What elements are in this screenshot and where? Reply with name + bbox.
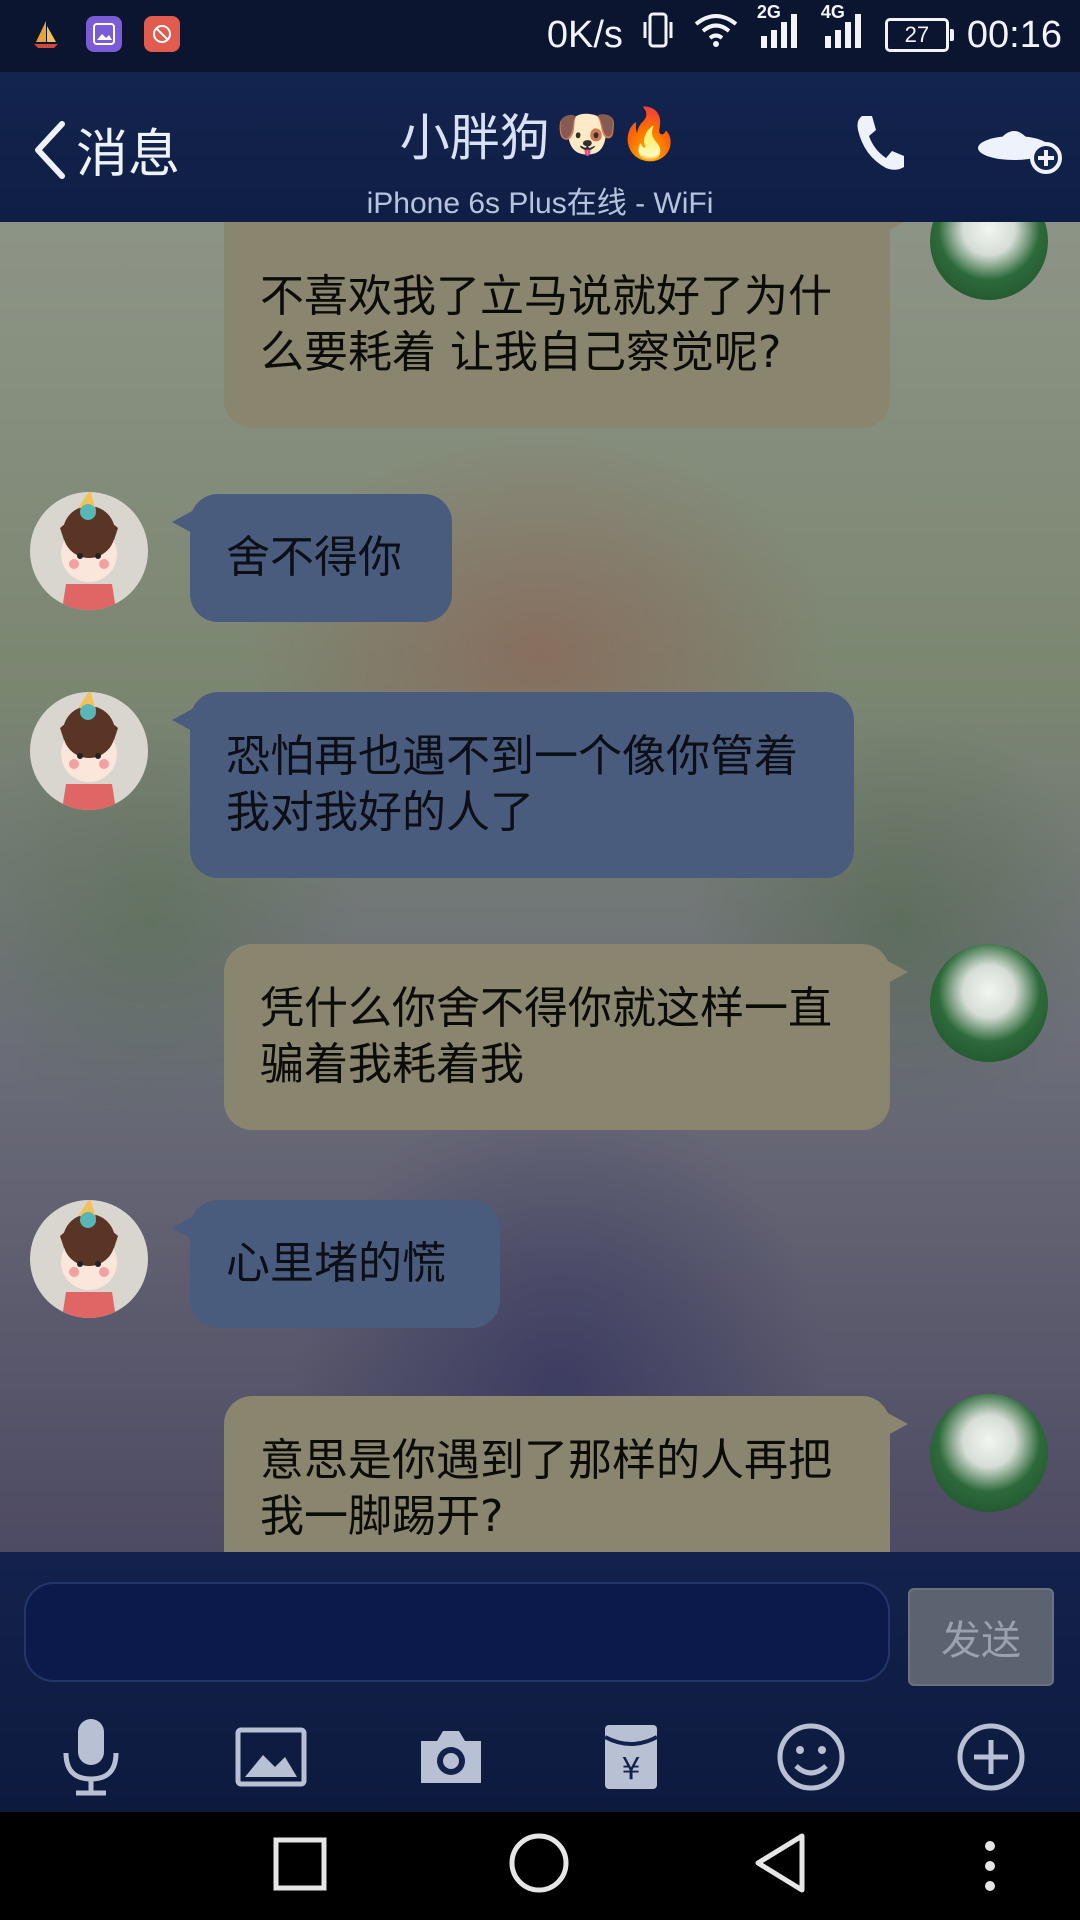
contact-name-text: 小胖狗	[399, 109, 550, 167]
message-text: 心里堵的慌	[226, 1238, 446, 1289]
more-actions-button[interactable]	[976, 120, 1064, 180]
back-button[interactable]: 消息	[28, 112, 180, 187]
more-button[interactable]	[946, 1712, 1036, 1802]
cartoon-boy-avatar-icon	[60, 1200, 118, 1318]
vertical-dots-icon	[985, 1841, 995, 1891]
menu-nav-button[interactable]	[982, 1838, 998, 1898]
message-bubble-outgoing[interactable]: 意思是你遇到了那样的人再把我一脚踢开?	[224, 1396, 908, 1552]
svg-text:¥: ¥	[621, 1752, 640, 1787]
back-label: 消息	[76, 125, 181, 185]
cartoon-boy-avatar-icon	[60, 692, 118, 810]
send-button[interactable]: 发送	[908, 1588, 1054, 1686]
wifi-icon	[693, 12, 739, 58]
contact-avatar[interactable]	[30, 492, 148, 610]
network-speed: 0K/s	[546, 13, 623, 56]
clock: 00:16	[966, 13, 1062, 56]
chevron-left-icon	[35, 120, 65, 179]
status-system-indicators: 0K/s 2G 4G 27 00:16	[546, 2, 1062, 60]
message-text: 舍不得你	[226, 532, 402, 583]
my-avatar[interactable]	[930, 222, 1048, 300]
signal-4g-icon: 4G	[821, 2, 867, 60]
smiley-icon	[777, 1723, 845, 1791]
status-notification-icons	[28, 16, 180, 52]
red-packet-button[interactable]: ¥	[586, 1712, 676, 1802]
contact-name-emojis: 🐶🔥	[555, 104, 681, 163]
message-bubble-outgoing[interactable]: 凭什么你舍不得你就这样一直骗着我耗着我	[224, 944, 908, 1130]
message-bubble-incoming[interactable]: 恐怕再也遇不到一个像你管着我对我好的人了	[172, 692, 854, 878]
composer-toolbar: ¥	[0, 1712, 1080, 1812]
chat-header: 消息 小胖狗 🐶🔥 iPhone 6s Plus在线 - WiFi	[0, 72, 1080, 224]
microphone-icon	[63, 1719, 119, 1796]
message-text: 恐怕再也遇不到一个像你管着我对我好的人了	[226, 731, 798, 838]
call-button[interactable]	[852, 112, 908, 178]
red-packet-icon: ¥	[604, 1725, 658, 1789]
contact-name: 小胖狗 🐶🔥	[300, 98, 780, 170]
cartoon-boy-avatar-icon	[60, 492, 118, 610]
vibrate-icon	[641, 10, 675, 60]
network-type-label: 2G	[756, 2, 781, 22]
contact-avatar[interactable]	[30, 1200, 148, 1318]
picture-icon	[235, 1727, 307, 1787]
phone-icon	[857, 116, 904, 170]
square-icon	[273, 1837, 327, 1891]
emoji-button[interactable]	[766, 1712, 856, 1802]
back-nav-button[interactable]	[752, 1832, 808, 1898]
triangle-back-icon	[755, 1833, 805, 1893]
message-bubble-outgoing[interactable]: 不喜欢我了立马说就好了为什么要耗着 让我自己察觉呢?	[224, 222, 908, 428]
home-button[interactable]	[508, 1832, 570, 1898]
plus-circle-icon	[957, 1723, 1025, 1791]
voice-button[interactable]	[46, 1712, 136, 1802]
online-status: iPhone 6s Plus在线 - WiFi	[366, 187, 714, 220]
message-text: 不喜欢我了立马说就好了为什么要耗着 让我自己察觉呢?	[260, 271, 832, 378]
camera-button[interactable]	[406, 1712, 496, 1802]
image-button[interactable]	[226, 1712, 316, 1802]
security-app-icon	[144, 16, 180, 52]
chat-title-block[interactable]: 小胖狗 🐶🔥 iPhone 6s Plus在线 - WiFi	[300, 98, 780, 222]
sailboat-app-icon	[28, 16, 64, 52]
battery-icon: 27	[884, 18, 954, 52]
system-navigation-bar	[0, 1812, 1080, 1920]
chat-message-list[interactable]: 不喜欢我了立马说就好了为什么要耗着 让我自己察觉呢? 舍不得你 恐怕再也遇不到一…	[0, 222, 1080, 1552]
message-composer: 发送 ¥	[0, 1552, 1080, 1812]
recent-apps-button[interactable]	[272, 1836, 328, 1896]
message-bubble-incoming[interactable]: 舍不得你	[172, 494, 452, 622]
message-bubble-incoming[interactable]: 心里堵的慌	[172, 1200, 500, 1328]
status-bar: 0K/s 2G 4G 27 00:16	[0, 0, 1080, 72]
contact-avatar[interactable]	[30, 692, 148, 810]
message-input[interactable]	[24, 1582, 890, 1682]
message-text: 意思是你遇到了那样的人再把我一脚踢开?	[260, 1435, 832, 1542]
ufo-add-icon	[978, 131, 1062, 174]
my-avatar[interactable]	[930, 1394, 1048, 1512]
signal-2g-icon: 2G	[757, 2, 803, 60]
network-type-label: 4G	[820, 2, 845, 22]
my-avatar[interactable]	[930, 944, 1048, 1062]
gallery-app-icon	[86, 16, 122, 52]
circle-icon	[509, 1833, 569, 1893]
camera-icon	[421, 1731, 481, 1783]
message-text: 凭什么你舍不得你就这样一直骗着我耗着我	[260, 983, 832, 1090]
